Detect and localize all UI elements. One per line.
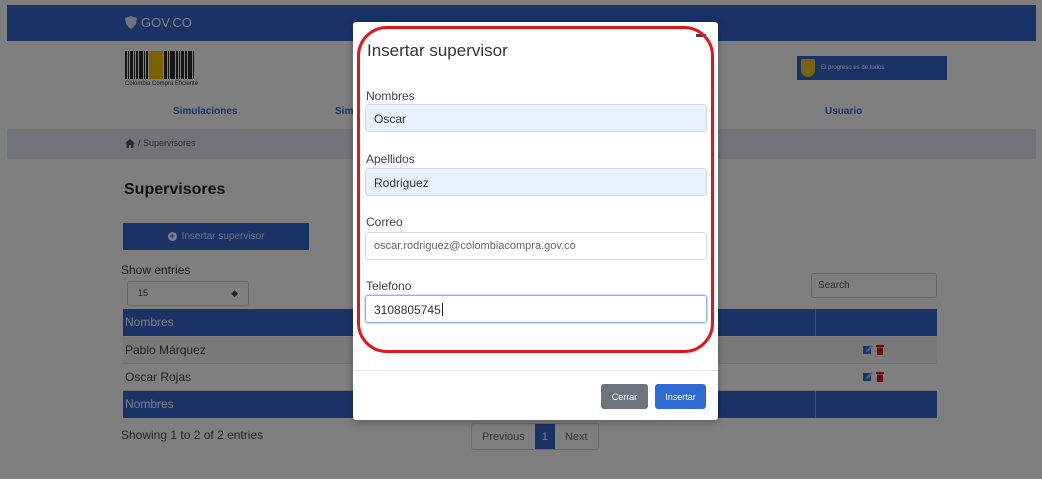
cerrar-button[interactable]: Cerrar (601, 384, 648, 409)
insertar-button[interactable]: Insertar (655, 384, 706, 409)
modal-footer-divider (353, 370, 718, 371)
red-annotation-outline (357, 26, 714, 353)
